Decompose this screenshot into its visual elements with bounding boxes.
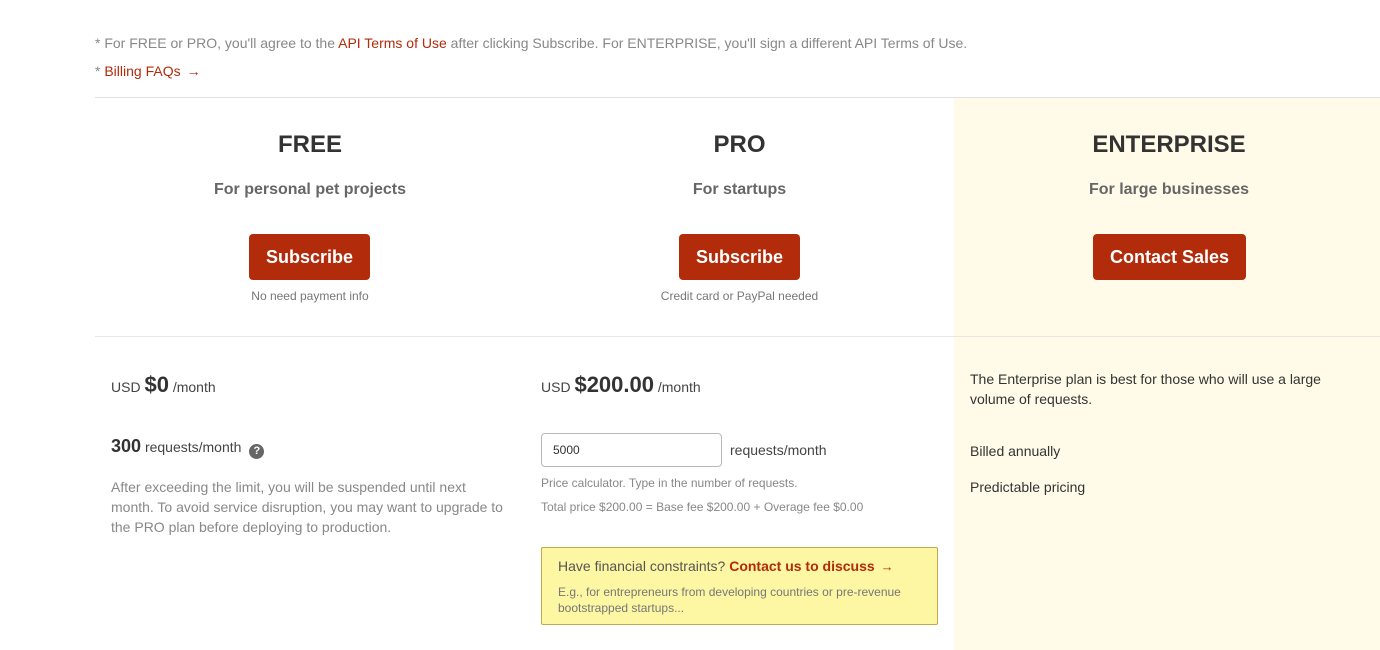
- contact-sales-button[interactable]: Contact Sales: [1093, 234, 1246, 280]
- arrow-right-icon: →: [880, 559, 894, 574]
- pro-subscribe-button[interactable]: Subscribe: [679, 234, 800, 280]
- financial-constraints-notice: Have financial constraints? Contact us t…: [541, 547, 938, 625]
- divider-middle: [95, 336, 1380, 337]
- free-plan-name: FREE: [277, 131, 342, 158]
- pro-price-amount: $200.00: [574, 372, 654, 397]
- free-plan-header: FREE For personal pet projects Subscribe…: [95, 98, 525, 336]
- pro-price-period: /month: [657, 379, 701, 395]
- free-plan-description: After exceeding the limit, you will be s…: [111, 479, 503, 535]
- free-price-currency: USD: [111, 379, 141, 395]
- calculator-total: Total price $200.00 = Base fee $200.00 +…: [541, 500, 864, 514]
- free-requests: 300 requests/month ?: [111, 436, 265, 459]
- billing-faq-note: * Billing FAQs →: [95, 62, 967, 90]
- requests-calculator-input[interactable]: [541, 433, 722, 467]
- contact-discuss-link[interactable]: Contact us to discuss: [729, 558, 874, 574]
- pro-plan-name: PRO: [713, 131, 766, 158]
- enterprise-plan-name: ENTERPRISE: [1092, 131, 1246, 158]
- pro-price: USD $200.00 /month: [541, 372, 701, 398]
- billing-faqs-link[interactable]: Billing FAQs: [104, 63, 180, 79]
- arrow-right-icon: →: [186, 63, 201, 79]
- free-subscribe-button[interactable]: Subscribe: [249, 234, 370, 280]
- enterprise-plan-tagline: For large businesses: [1088, 181, 1250, 198]
- pro-plan-subnote: Credit card or PayPal needed: [660, 289, 819, 303]
- terms-notes: * For FREE or PRO, you'll agree to the A…: [95, 34, 967, 90]
- terms-note-prefix: * For FREE or PRO, you'll agree to the: [95, 35, 339, 51]
- pro-plan-header: PRO For startups Subscribe Credit card o…: [525, 98, 954, 336]
- calculator-help-text: Price calculator. Type in the number of …: [541, 476, 798, 490]
- calculator-unit: requests/month: [730, 442, 827, 458]
- free-requests-unit: requests/month: [144, 439, 242, 455]
- enterprise-feature: Billed annually: [970, 443, 1061, 459]
- terms-note: * For FREE or PRO, you'll agree to the A…: [95, 34, 967, 62]
- financial-notice-description: E.g., for entrepreneurs from developing …: [558, 585, 901, 615]
- enterprise-feature: Predictable pricing: [970, 479, 1086, 495]
- pro-plan-tagline: For startups: [692, 181, 787, 198]
- enterprise-description: The Enterprise plan is best for those wh…: [970, 371, 1321, 407]
- free-price-period: /month: [172, 379, 216, 395]
- financial-notice-title: Have financial constraints? Contact us t…: [558, 557, 921, 576]
- free-plan-tagline: For personal pet projects: [213, 181, 407, 198]
- question-circle-icon[interactable]: ?: [249, 444, 265, 459]
- free-price: USD $0 /month: [111, 372, 216, 398]
- free-requests-count: 300: [111, 436, 142, 456]
- financial-question: Have financial constraints?: [558, 558, 730, 574]
- pro-price-currency: USD: [541, 379, 571, 395]
- terms-note-suffix: after clicking Subscribe. For ENTERPRISE…: [446, 35, 968, 51]
- free-price-amount: $0: [144, 372, 169, 397]
- free-plan-subnote: No need payment info: [251, 289, 369, 303]
- billing-note-prefix: *: [95, 63, 105, 79]
- enterprise-plan-header: ENTERPRISE For large businesses Contact …: [954, 98, 1380, 336]
- api-terms-link[interactable]: API Terms of Use: [338, 35, 447, 51]
